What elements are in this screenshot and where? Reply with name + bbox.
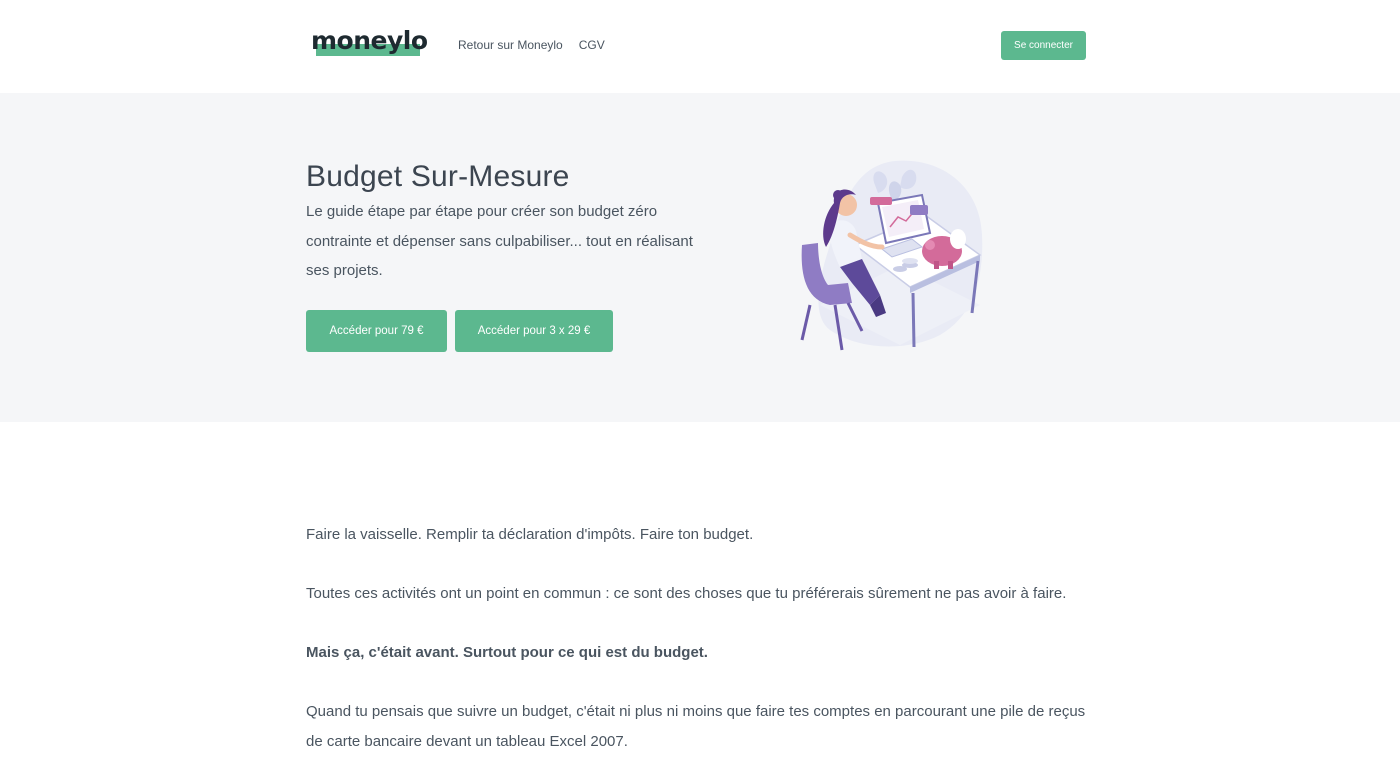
nav-link-cgv[interactable]: CGV xyxy=(579,38,605,52)
page-title: Budget Sur-Mesure xyxy=(306,160,570,193)
article-content: Faire la vaisselle. Remplir ta déclarati… xyxy=(306,520,1086,772)
hero-illustration xyxy=(800,160,983,351)
main-nav: Retour sur Moneylo CGV xyxy=(458,38,605,52)
logo-text: moneylo xyxy=(311,26,428,55)
paragraph-emphasis: Mais ça, c'était avant. Surtout pour ce … xyxy=(306,644,708,661)
nav-link-retour-moneylo[interactable]: Retour sur Moneylo xyxy=(458,38,563,52)
paragraph: Faire la vaisselle. Remplir ta déclarati… xyxy=(306,526,754,543)
hero-section: Budget Sur-Mesure Le guide étape par éta… xyxy=(0,93,1400,422)
moneylo-logo[interactable]: moneylo xyxy=(311,26,428,60)
buy-3x29-button[interactable]: Accéder pour 3 x 29 € xyxy=(455,310,613,352)
hero-subtitle: Le guide étape par étape pour créer son … xyxy=(306,203,693,279)
buy-79-button[interactable]: Accéder pour 79 € xyxy=(306,310,447,352)
login-button[interactable]: Se connecter xyxy=(1001,31,1086,60)
paragraph: Toutes ces activités ont un point en com… xyxy=(306,585,1067,602)
paragraph: Quand tu pensais que suivre un budget, c… xyxy=(306,703,1086,750)
site-header: moneylo Retour sur Moneylo CGV Se connec… xyxy=(0,0,1400,93)
